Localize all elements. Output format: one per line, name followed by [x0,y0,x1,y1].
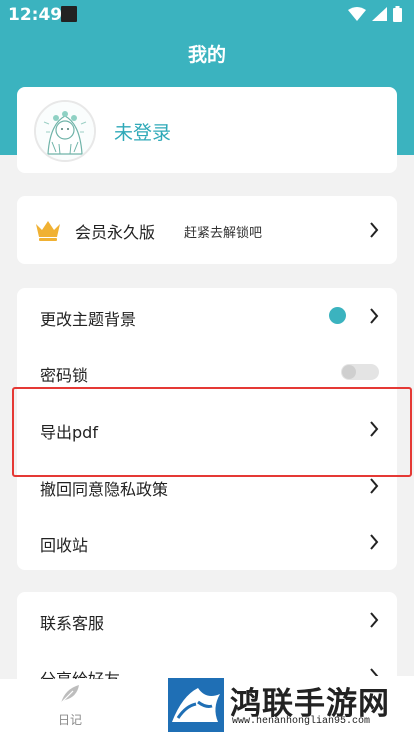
notification-icon [61,6,77,22]
chevron-right-icon [370,421,379,437]
contact-support-label: 联系客服 [40,614,105,633]
export-pdf-row[interactable]: 导出pdf [17,401,397,457]
feather-icon [60,685,79,704]
recycle-bin-label: 回收站 [40,536,89,555]
theme-color-dot [329,307,346,324]
signal-icon [372,7,387,21]
password-lock-label: 密码锁 [40,366,89,385]
chevron-right-icon [370,478,379,494]
page-title: 我的 [187,44,226,66]
contact-support-row[interactable]: 联系客服 [17,592,397,648]
password-lock-toggle[interactable] [341,364,379,380]
tab-diary-label: 日记 [57,713,82,727]
change-theme-label: 更改主题背景 [40,310,137,329]
revoke-privacy-row[interactable]: 撤回同意隐私政策 [17,458,397,514]
chevron-right-icon [370,222,379,238]
password-lock-row: 密码锁 [17,344,397,400]
watermark: 鸿联手游网 www.henanhonglian95.com [166,676,414,736]
login-status-text[interactable]: 未登录 [114,118,171,145]
change-theme-row[interactable]: 更改主题背景 [17,288,397,344]
profile-card[interactable]: 未登录 [17,87,397,173]
crown-icon [36,221,60,241]
revoke-privacy-label: 撤回同意隐私政策 [40,480,169,499]
watermark-logo-icon [168,678,224,732]
status-icons [348,6,402,22]
chevron-right-icon [370,534,379,550]
vip-subtitle: 赶紧去解锁吧 [184,226,263,241]
wifi-icon [348,7,366,21]
vip-label: 会员永久版 [75,223,156,242]
tab-diary[interactable]: 日记 [40,683,100,728]
battery-icon [393,6,402,22]
settings-card: 更改主题背景 密码锁 导出pdf 撤回同意隐私政策 回收站 [17,288,397,570]
export-pdf-label: 导出pdf [40,423,98,442]
avatar[interactable] [34,100,96,162]
chevron-right-icon [370,308,379,324]
status-bar: 12:49 [0,0,414,30]
toggle-knob [342,365,356,379]
status-time: 12:49 [8,5,63,25]
vip-card[interactable]: 会员永久版 赶紧去解锁吧 [17,196,397,264]
recycle-bin-row[interactable]: 回收站 [17,514,397,570]
watermark-url: www.henanhonglian95.com [232,716,371,727]
avatar-illustration-icon [36,102,94,160]
chevron-right-icon [370,612,379,628]
